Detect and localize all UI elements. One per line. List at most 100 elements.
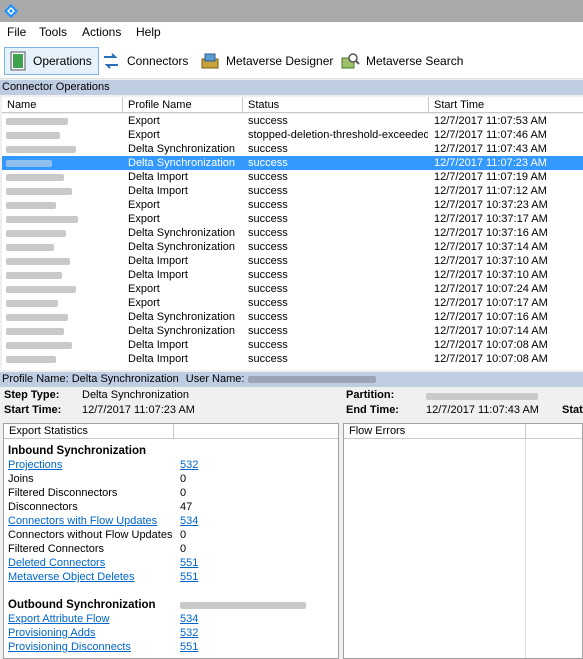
run-details-bar: Profile Name: Delta Synchronization User… — [0, 372, 583, 387]
operation-start-time: 12/7/2017 10:07:08 AM — [434, 353, 548, 365]
connector-operations-title: Connector Operations — [0, 80, 583, 95]
statistic-link[interactable]: Provisioning Adds — [8, 626, 95, 640]
operation-row[interactable]: Delta Import success 12/7/2017 10:07:08 AM — [2, 338, 583, 352]
profile-name-value: Delta Synchronization — [71, 373, 179, 385]
menu-tools[interactable]: Tools — [39, 25, 67, 39]
operation-name-redacted — [6, 114, 121, 128]
operation-profile: Export — [128, 213, 160, 225]
statistic-label: Disconnectors — [8, 501, 78, 513]
operation-start-time: 12/7/2017 11:07:46 AM — [434, 129, 547, 141]
operation-status: success — [248, 241, 288, 253]
operation-name-redacted — [6, 310, 121, 324]
redacted-text — [6, 328, 64, 335]
operation-row[interactable]: Delta Synchronization success 12/7/2017 11… — [2, 156, 583, 170]
flow-errors-header[interactable]: Flow Errors — [344, 424, 526, 439]
operation-start-time: 12/7/2017 10:37:14 AM — [434, 241, 548, 253]
statistic-link[interactable]: Provisioning Disconnects — [8, 640, 131, 654]
column-header-status[interactable]: Status — [243, 97, 429, 113]
operation-row[interactable]: Export success 12/7/2017 10:07:24 AM — [2, 282, 583, 296]
connectors-button[interactable]: Connectors — [97, 47, 194, 75]
operation-name-redacted — [6, 296, 121, 310]
operation-row[interactable]: Delta Import success 12/7/2017 10:37:10 AM — [2, 254, 583, 268]
menu-file[interactable]: File — [7, 25, 26, 39]
statistic-link[interactable]: Connectors with Flow Updates — [8, 514, 157, 528]
statistic-value: 0 — [180, 543, 187, 555]
export-statistics-panel: Export Statistics Inbound Synchronizatio… — [3, 423, 339, 659]
operation-row[interactable]: Delta Import success 12/7/2017 10:07:08 AM — [2, 352, 583, 366]
statistic-value-link[interactable]: 534 — [180, 514, 198, 528]
operation-start-time: 12/7/2017 10:07:17 AM — [434, 297, 548, 309]
operation-row[interactable]: Delta Import success 12/7/2017 11:07:12 AM — [2, 184, 583, 198]
operation-row[interactable]: Delta Import success 12/7/2017 11:07:19 AM — [2, 170, 583, 184]
redacted-text — [6, 132, 60, 139]
end-time-label: End Time: — [346, 404, 399, 416]
operation-profile: Delta Import — [128, 185, 188, 197]
operation-row[interactable]: Export success 12/7/2017 10:07:17 AM — [2, 296, 583, 310]
operation-name-redacted — [6, 156, 121, 170]
statistic-value-link[interactable]: 532 — [180, 626, 198, 640]
operation-row[interactable]: Delta Synchronization success 12/7/2017 10… — [2, 226, 583, 240]
statistic-link[interactable]: Export Attribute Flow — [8, 612, 110, 626]
statistic-link[interactable]: Deleted Connectors — [8, 556, 105, 570]
statistic-label: Connectors without Flow Updates — [8, 529, 173, 541]
operation-row[interactable]: Delta Synchronization success 12/7/2017 10… — [2, 310, 583, 324]
operation-name-redacted — [6, 198, 121, 212]
step-type-value: Delta Synchronization — [82, 389, 190, 401]
statistic-value: 47 — [180, 501, 193, 513]
operation-profile: Delta Synchronization — [128, 241, 236, 253]
statistic-value-link[interactable]: 551 — [180, 556, 198, 570]
export-statistics-header[interactable]: Export Statistics — [4, 424, 174, 439]
operation-status: success — [248, 115, 288, 127]
operation-status: success — [248, 213, 288, 225]
operation-profile: Delta Import — [128, 269, 188, 281]
column-header-start-time[interactable]: Start Time — [429, 97, 583, 113]
operation-status: success — [248, 269, 288, 281]
operation-profile: Delta Import — [128, 339, 188, 351]
flow-errors-panel: Flow Errors — [343, 423, 583, 659]
operations-grid[interactable]: Export success 12/7/2017 11:07:53 AM Export… — [2, 114, 583, 370]
statistic-value-link[interactable]: 551 — [180, 640, 198, 654]
operation-profile: Delta Import — [128, 255, 188, 267]
operation-row[interactable]: Delta Import success 12/7/2017 10:37:10 AM — [2, 268, 583, 282]
user-name-redacted — [247, 376, 376, 383]
flow-errors-column-divider — [525, 439, 526, 658]
statistic-value-link[interactable]: 532 — [180, 458, 198, 472]
app-icon — [4, 4, 18, 18]
statistic-link[interactable]: Projections — [8, 458, 62, 472]
operation-row[interactable]: Delta Synchronization success 12/7/2017 11… — [2, 142, 583, 156]
metaverse-designer-button[interactable]: Metaverse Designer — [196, 47, 339, 75]
menu-help[interactable]: Help — [136, 25, 161, 39]
operation-status: success — [248, 227, 288, 239]
statistic-value-link[interactable]: 534 — [180, 612, 198, 626]
operations-button[interactable]: Operations — [4, 47, 99, 75]
operation-name-redacted — [6, 128, 121, 142]
flow-errors-value-header — [526, 424, 582, 439]
operation-row[interactable]: Export success 12/7/2017 10:37:17 AM — [2, 212, 583, 226]
redacted-text — [6, 174, 64, 181]
metaverse-designer-icon — [201, 53, 219, 69]
partition-label: Partition: — [346, 389, 395, 401]
operation-start-time: 12/7/2017 11:07:43 AM — [434, 143, 547, 155]
operation-start-time: 12/7/2017 11:07:53 AM — [434, 115, 547, 127]
column-header-profile-name[interactable]: Profile Name — [123, 97, 243, 113]
operation-row[interactable]: Export success 12/7/2017 10:37:23 AM — [2, 198, 583, 212]
operation-profile: Export — [128, 115, 160, 127]
operation-row[interactable]: Export stopped-deletion-threshold-exceede… — [2, 128, 583, 142]
statistic-link[interactable]: Metaverse Object Deletes — [8, 570, 135, 584]
run-details: Step Type: Delta Synchronization Start T… — [0, 387, 583, 659]
column-header-name[interactable]: Name — [2, 97, 123, 113]
operation-row[interactable]: Export success 12/7/2017 11:07:53 AM — [2, 114, 583, 128]
operation-row[interactable]: Delta Synchronization success 12/7/2017 10… — [2, 240, 583, 254]
statistic-value-link[interactable]: 551 — [180, 570, 198, 584]
operation-name-redacted — [6, 142, 121, 156]
operation-start-time: 12/7/2017 10:07:24 AM — [434, 283, 548, 295]
operation-start-time: 12/7/2017 10:37:17 AM — [434, 213, 548, 225]
operation-start-time: 12/7/2017 10:37:10 AM — [434, 255, 548, 267]
operation-profile: Delta Synchronization — [128, 325, 236, 337]
operation-start-time: 12/7/2017 10:37:10 AM — [434, 269, 548, 281]
operation-row[interactable]: Delta Synchronization success 12/7/2017 10… — [2, 324, 583, 338]
menu-actions[interactable]: Actions — [82, 25, 121, 39]
redacted-text — [6, 300, 58, 307]
metaverse-search-button[interactable]: Metaverse Search — [336, 47, 469, 75]
operations-grid-header: Name Profile Name Status Start Time — [2, 97, 583, 113]
